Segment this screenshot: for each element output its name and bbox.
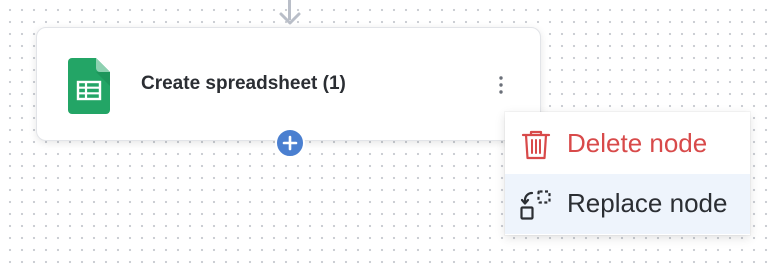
delete-node-label: Delete node	[567, 128, 708, 158]
trash-icon	[521, 130, 551, 160]
kebab-menu-icon[interactable]	[492, 73, 510, 97]
node-title: Create spreadsheet (1)	[141, 73, 346, 94]
replace-icon	[520, 190, 551, 220]
arrow-down-icon	[279, 12, 301, 25]
workflow-node-card[interactable]: Create spreadsheet (1)	[36, 27, 541, 141]
delete-node-menu-item[interactable]: Delete node	[505, 114, 750, 174]
node-context-menu: Delete node Replace node	[505, 112, 750, 235]
google-sheets-icon	[68, 58, 110, 114]
plus-icon	[282, 135, 298, 151]
replace-node-label: Replace node	[567, 188, 728, 218]
replace-node-menu-item[interactable]: Replace node	[505, 174, 750, 234]
add-node-button[interactable]	[275, 128, 305, 158]
